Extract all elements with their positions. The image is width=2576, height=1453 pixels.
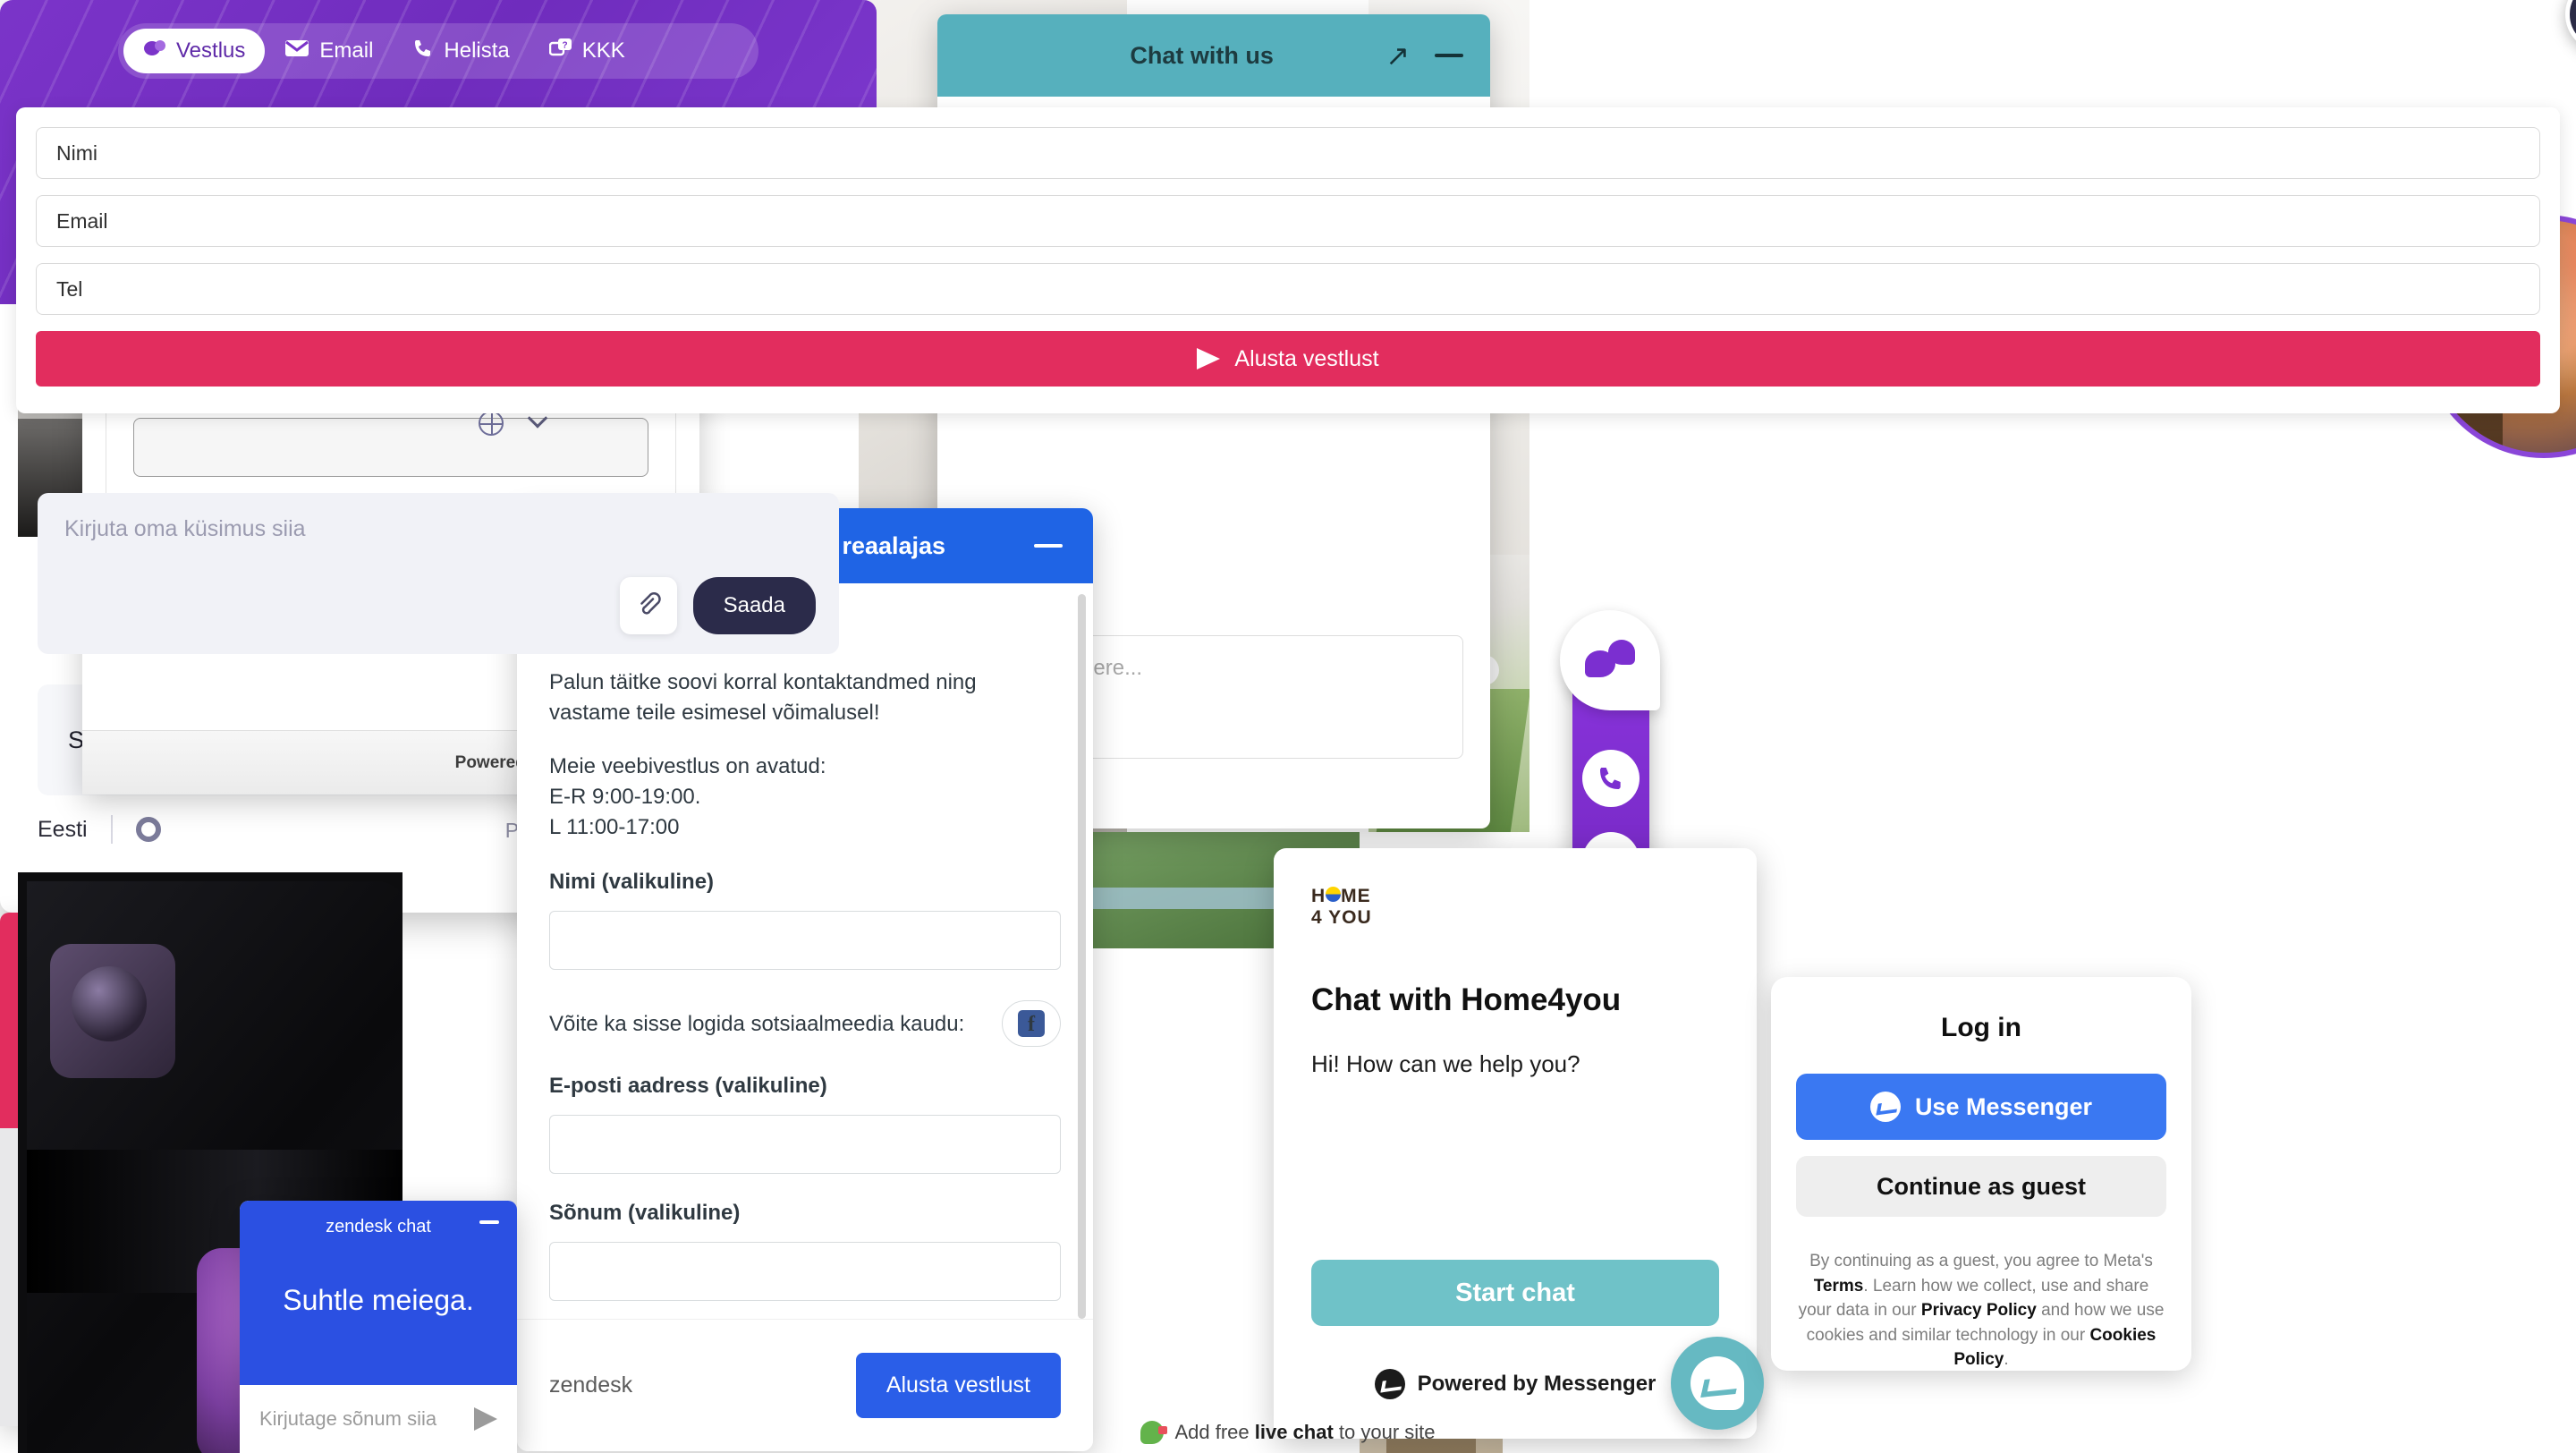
zendesk-small-header: zendesk chat Suhtle meiega. (240, 1201, 517, 1385)
globe-icon (479, 411, 504, 436)
home4you-logo-line1: H ME (1311, 886, 1371, 906)
zendesk-email-label: E-posti aadress (valikuline) (549, 1074, 827, 1099)
minimize-icon[interactable] (1435, 54, 1463, 57)
chat-with-us-title: Chat with us (1130, 41, 1274, 69)
livechat-email-input[interactable] (133, 418, 648, 478)
zendesk-email-input[interactable] (549, 1115, 1061, 1175)
send-icon[interactable] (474, 1407, 497, 1431)
facebook-login-button[interactable]: f (1002, 1000, 1061, 1048)
chat-bubble-icon (143, 38, 166, 65)
home4you-logo: H ME 4 YOU (1311, 886, 1757, 929)
zendesk-name-label: Nimi (valikuline) (549, 870, 715, 895)
zendesk-message-label: Sõnum (valikuline) (549, 1201, 741, 1226)
zendesk-small-widget: zendesk chat Suhtle meiega. Kirjutage sõ… (240, 1201, 517, 1453)
zendesk-social-text: Võite ka sisse logida sotsiaalmeedia kau… (549, 1011, 965, 1036)
askly-compose-area[interactable]: Kirjuta oma küsimus siia Saada (38, 493, 839, 654)
send-icon (1197, 348, 1221, 370)
zendesk-small-compose-input[interactable]: Kirjutage sõnum siia (259, 1407, 474, 1431)
zendesk-small-compose-row: Kirjutage sõnum siia (240, 1385, 517, 1453)
zendesk-scrollbar[interactable] (1078, 594, 1086, 1319)
messenger-icon (1869, 1092, 1901, 1122)
terms-link[interactable]: Terms (1814, 1277, 1864, 1296)
zendesk-intro: Palun täitke soovi korral kontaktandmed … (549, 670, 977, 726)
launcher-chat-button[interactable] (1560, 610, 1660, 710)
tab-helista[interactable]: Helista (393, 29, 529, 73)
facebook-icon: f (1018, 1010, 1045, 1038)
messenger-launcher-bubble[interactable] (1671, 1337, 1764, 1430)
phone-icon (412, 38, 434, 65)
home4you-title: Chat with Home4you (1311, 982, 1622, 1017)
parrot-icon (1140, 1421, 1168, 1444)
askly-compose-placeholder: Kirjuta oma küsimus siia (64, 516, 306, 541)
pink-widget-form: Nimi Email Tel Alusta vestlust (16, 107, 2560, 413)
zendesk-hours-saturday: L 11:00-17:00 (549, 815, 680, 840)
home4you-start-chat-button[interactable]: Start chat (1311, 1260, 1719, 1326)
zendesk-hours-weekday: E-R 9:00-19:00. (549, 785, 701, 810)
launcher-call-button[interactable] (1582, 750, 1640, 807)
askly-send-button[interactable]: Saada (692, 577, 816, 634)
zendesk-message-input[interactable] (549, 1242, 1061, 1302)
pink-name-input[interactable]: Nimi (36, 127, 2540, 179)
home4you-subtitle: Hi! How can we help you? (1311, 1050, 1580, 1077)
expand-arrow-icon[interactable]: ↗ (1385, 41, 1410, 70)
envelope-icon (284, 38, 309, 64)
zendesk-hours-title: Meie veebivestlus on avatud: (549, 754, 826, 779)
zendesk-small-title: zendesk chat (326, 1217, 431, 1236)
zendesk-brand-name: zendesk (549, 1372, 633, 1398)
zendesk-social-row: Võite ka sisse logida sotsiaalmeedia kau… (549, 1000, 1061, 1048)
chat-with-us-header: Chat with us ↗ (937, 14, 1490, 97)
askly-tab-bar: Vestlus Email Helista ? KKK (118, 23, 758, 79)
continue-as-guest-button[interactable]: Continue as guest (1796, 1156, 2166, 1217)
phone-icon (1600, 768, 1621, 789)
messenger-icon (1690, 1356, 1744, 1410)
tab-kkk[interactable]: ? KKK (530, 29, 645, 73)
tab-vestlus[interactable]: Vestlus (123, 29, 266, 73)
gear-icon[interactable] (135, 817, 161, 842)
paperclip-icon[interactable] (619, 577, 677, 634)
messenger-legal-text: By continuing as a guest, you agree to M… (1798, 1252, 2165, 1370)
use-messenger-button[interactable]: Use Messenger (1796, 1074, 2166, 1140)
pink-tel-input[interactable]: Tel (36, 263, 2540, 315)
messenger-login-title: Log in (1941, 1013, 2021, 1042)
svg-text:?: ? (562, 40, 567, 50)
screenshot-canvas: hi10 022 via st Hektor Light - Tere tule… (0, 0, 2576, 1453)
pink-email-input[interactable]: Email (36, 195, 2540, 247)
zendesk-small-message: Suhtle meiega. (283, 1284, 474, 1316)
privacy-policy-link[interactable]: Privacy Policy (1921, 1301, 2037, 1320)
messenger-login-card: Log in Use Messenger Continue as guest B… (1771, 977, 2191, 1371)
tab-email[interactable]: Email (265, 29, 393, 73)
minimize-icon[interactable] (479, 1220, 499, 1224)
messenger-icon (1374, 1369, 1405, 1399)
faq-icon: ? (548, 38, 572, 65)
minimize-icon[interactable] (1034, 544, 1063, 548)
chat-bubbles-icon (1585, 640, 1635, 681)
zendesk-body: Hea klient! Palun täitke soovi korral ko… (517, 583, 1093, 1302)
askly-footer-language[interactable]: Eesti (38, 817, 88, 843)
zendesk-start-chat-button[interactable]: Alusta vestlust (855, 1353, 1061, 1418)
zendesk-name-input[interactable] (549, 911, 1061, 971)
pink-start-chat-button[interactable]: Alusta vestlust (36, 331, 2540, 387)
askly-minimize-button[interactable] (2565, 0, 2576, 52)
home4you-logo-line2: 4 YOU (1311, 907, 1372, 928)
